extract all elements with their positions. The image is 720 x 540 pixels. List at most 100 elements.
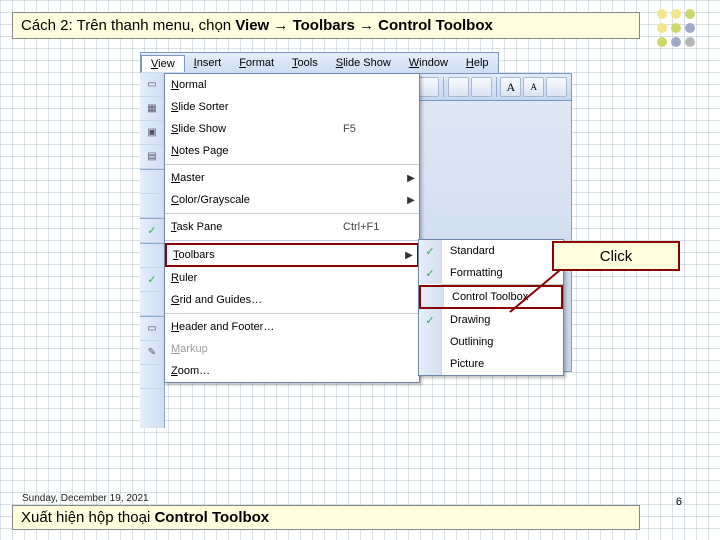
- footer-caption: Xuất hiện hộp thoại Control Toolbox: [12, 505, 640, 530]
- check-icon: ✓: [419, 240, 442, 262]
- submenu-arrow-icon: ▶: [403, 195, 419, 206]
- menu-item-zoom[interactable]: Zoom…: [165, 360, 419, 382]
- click-callout: Click: [552, 241, 680, 271]
- blank-icon: [140, 194, 164, 218]
- menu-shortcut: F5: [343, 123, 403, 135]
- blank-icon: [421, 287, 444, 307]
- submenu-item-formatting[interactable]: ✓Formatting: [419, 262, 563, 284]
- menu-item-label: Color/Grayscale: [165, 194, 343, 206]
- footer-date: Sunday, December 19, 2021: [22, 493, 149, 504]
- blank-icon: [140, 292, 164, 316]
- slide-sorter-icon: ▦: [140, 97, 164, 121]
- blank-icon: [140, 244, 164, 268]
- submenu-item-label: Drawing: [442, 314, 563, 326]
- check-icon: [140, 219, 164, 243]
- footer-prefix: Xuất hiện hộp thoại: [21, 509, 154, 526]
- menu-separator: [165, 213, 419, 214]
- font-increase-icon[interactable]: A: [500, 77, 521, 97]
- markup-icon: ✎: [140, 341, 164, 365]
- instruction-title: Cách 2: Trên thanh menu, chọn View → Too…: [12, 12, 640, 39]
- menu-item-slide-show[interactable]: Slide Show: [327, 55, 400, 71]
- step-toolbars: Toolbars: [293, 17, 355, 34]
- check-icon: [140, 268, 164, 292]
- toolbar-separator: [496, 77, 497, 97]
- slide-show-icon: ▣: [140, 121, 164, 145]
- menu-item-toolbars[interactable]: Toolbars ▶: [165, 243, 419, 267]
- menu-item-slide-sorter[interactable]: Slide Sorter: [165, 96, 419, 118]
- toolbar-button[interactable]: [448, 77, 469, 97]
- menu-item-label: Zoom…: [165, 365, 343, 377]
- font-decrease-icon[interactable]: A: [523, 77, 544, 97]
- submenu-item-label: Control Toolbox: [444, 291, 561, 303]
- menu-item-label: Task Pane: [165, 221, 343, 233]
- menu-item-window[interactable]: Window: [400, 55, 457, 71]
- submenu-item-outlining[interactable]: Outlining: [419, 331, 563, 353]
- notes-page-icon: ▤: [140, 145, 164, 169]
- step-view: View: [235, 17, 269, 34]
- toolbar-separator: [443, 77, 444, 97]
- menu-item-insert[interactable]: Insert: [185, 55, 231, 71]
- menu-item-slide-show[interactable]: Slide ShowF5: [165, 118, 419, 140]
- toolbars-submenu: ✓Standard✓FormattingControl Toolbox✓Draw…: [418, 239, 564, 376]
- menu-item-master[interactable]: Master ▶: [165, 167, 419, 189]
- submenu-item-label: Standard: [442, 245, 563, 257]
- blank-icon: [140, 365, 164, 389]
- submenu-item-picture[interactable]: Picture: [419, 353, 563, 375]
- footer-bold: Control Toolbox: [154, 509, 269, 526]
- menu-shortcut: Ctrl+F1: [343, 221, 403, 233]
- menu-item-grid-and-guides[interactable]: Grid and Guides…: [165, 289, 419, 311]
- page-number: 6: [676, 496, 682, 508]
- view-menu: NormalSlide SorterSlide ShowF5Notes Page…: [164, 73, 420, 383]
- menu-item-color-grayscale[interactable]: Color/Grayscale ▶: [165, 189, 419, 211]
- toolbar-button[interactable]: [546, 77, 567, 97]
- menu-item-view[interactable]: View: [141, 55, 185, 72]
- menu-item-markup: Markup: [165, 338, 419, 360]
- blank-icon: [419, 353, 442, 375]
- menu-item-header-and-footer[interactable]: Header and Footer…: [165, 316, 419, 338]
- submenu-item-label: Formatting: [442, 267, 563, 279]
- submenu-arrow-icon: ▶: [403, 173, 419, 184]
- menu-item-label: Normal: [165, 79, 343, 91]
- menu-item-label: Markup: [165, 343, 343, 355]
- check-icon: ✓: [419, 262, 442, 284]
- arrow-icon: →: [269, 17, 292, 34]
- instruction-prefix: Cách 2: Trên thanh menu, chọn: [21, 17, 235, 34]
- normal-view-icon: ▭: [140, 73, 164, 97]
- menu-item-label: Notes Page: [165, 145, 343, 157]
- submenu-item-standard[interactable]: ✓Standard: [419, 240, 563, 262]
- menu-icon-column: ▭ ▦ ▣ ▤ ▭ ✎: [140, 73, 165, 428]
- submenu-item-control-toolbox[interactable]: Control Toolbox: [419, 285, 563, 309]
- arrow-icon: →: [355, 17, 378, 34]
- menu-item-notes-page[interactable]: Notes Page: [165, 140, 419, 162]
- submenu-item-drawing[interactable]: ✓Drawing: [419, 309, 563, 331]
- menu-item-label: Grid and Guides…: [165, 294, 343, 306]
- toolbar-button[interactable]: [471, 77, 492, 97]
- header-footer-icon: ▭: [140, 317, 164, 341]
- menu-item-label: Master: [165, 172, 343, 184]
- click-label: Click: [600, 248, 633, 265]
- step-control-toolbox: Control Toolbox: [378, 17, 493, 34]
- menu-bar: ViewInsertFormatToolsSlide ShowWindowHel…: [140, 52, 499, 74]
- menu-item-format[interactable]: Format: [230, 55, 283, 71]
- menu-item-label: Toolbars: [167, 249, 341, 261]
- submenu-item-label: Outlining: [442, 336, 563, 348]
- menu-item-help[interactable]: Help: [457, 55, 498, 71]
- submenu-item-label: Picture: [442, 358, 563, 370]
- menu-item-label: Header and Footer…: [165, 321, 343, 333]
- menu-item-label: Slide Sorter: [165, 101, 343, 113]
- menu-separator: [165, 313, 419, 314]
- menu-item-normal[interactable]: Normal: [165, 74, 419, 96]
- submenu-arrow-icon: ▶: [401, 250, 417, 261]
- blank-icon: [419, 331, 442, 353]
- menu-item-label: Slide Show: [165, 123, 343, 135]
- menu-separator: [165, 164, 419, 165]
- menu-item-task-pane[interactable]: Task PaneCtrl+F1: [165, 216, 419, 238]
- menu-item-ruler[interactable]: Ruler: [165, 267, 419, 289]
- menu-item-label: Ruler: [165, 272, 343, 284]
- blank-icon: [140, 170, 164, 194]
- menu-separator: [165, 240, 419, 241]
- align-right-icon[interactable]: [418, 77, 439, 97]
- decorative-dots: [654, 6, 710, 62]
- menu-item-tools[interactable]: Tools: [283, 55, 327, 71]
- check-icon: ✓: [419, 309, 442, 331]
